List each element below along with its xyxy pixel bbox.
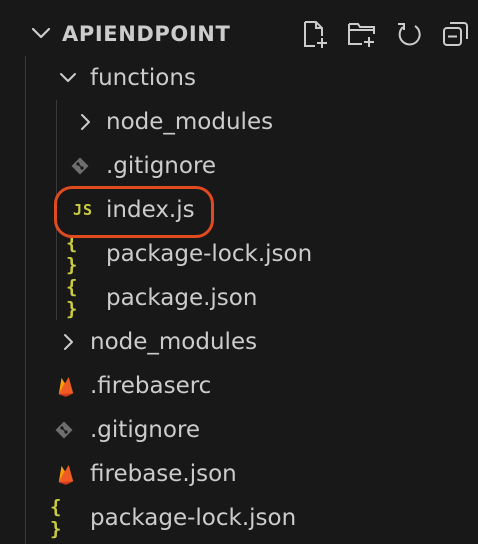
explorer-panel: APIENDPOINT functions node_modules .giti… bbox=[0, 0, 478, 544]
firebase-icon bbox=[52, 452, 80, 496]
new-folder-icon bbox=[347, 19, 377, 49]
refresh-button[interactable] bbox=[391, 16, 427, 52]
tree-item-label: functions bbox=[90, 65, 196, 91]
json-file-icon: { } bbox=[66, 232, 100, 276]
tree-item-node-modules-folder[interactable]: node_modules bbox=[0, 320, 478, 364]
collapse-all-icon bbox=[441, 19, 471, 49]
collapse-all-button[interactable] bbox=[438, 16, 474, 52]
tree-item-firebaserc-file[interactable]: .firebaserc bbox=[0, 364, 478, 408]
tree-item-label: node_modules bbox=[106, 109, 274, 135]
chevron-down-icon bbox=[54, 56, 82, 100]
tree-item-label: index.js bbox=[106, 197, 195, 223]
tree-item-label: package-lock.json bbox=[90, 505, 297, 531]
chevron-down-icon[interactable] bbox=[30, 22, 52, 44]
new-file-button[interactable] bbox=[297, 16, 333, 52]
tree-item-label: node_modules bbox=[90, 329, 258, 355]
json-file-icon: { } bbox=[66, 276, 100, 320]
tree-item-label: .firebaserc bbox=[90, 373, 212, 399]
tree-item-index-js-file[interactable]: JS index.js bbox=[0, 188, 478, 232]
new-folder-button[interactable] bbox=[344, 16, 380, 52]
chevron-right-icon bbox=[71, 100, 99, 144]
tree-item-label: .gitignore bbox=[106, 153, 217, 179]
json-icon-text: { } bbox=[50, 496, 63, 540]
tree-item-label: package.json bbox=[106, 285, 258, 311]
refresh-icon bbox=[394, 19, 424, 49]
tree-item-firebase-json-file[interactable]: firebase.json bbox=[0, 452, 478, 496]
explorer-title[interactable]: APIENDPOINT bbox=[62, 20, 230, 48]
tree-item-package-json-file[interactable]: { } package.json bbox=[0, 276, 478, 320]
js-icon-text: JS bbox=[72, 201, 94, 219]
tree-item-label: firebase.json bbox=[90, 461, 237, 487]
firebase-icon bbox=[52, 364, 80, 408]
tree-item-gitignore-file[interactable]: .gitignore bbox=[0, 408, 478, 452]
explorer-actions bbox=[286, 16, 474, 52]
tree-item-package-lock-json-file[interactable]: { } package-lock.json bbox=[0, 232, 478, 276]
tree-item-label: package-lock.json bbox=[106, 241, 313, 267]
tree-item-label: .gitignore bbox=[90, 417, 201, 443]
new-file-icon bbox=[300, 19, 330, 49]
git-icon bbox=[50, 408, 78, 452]
javascript-file-icon: JS bbox=[66, 188, 100, 232]
json-icon-text: { } bbox=[66, 276, 79, 320]
git-icon bbox=[66, 144, 94, 188]
json-icon-text: { } bbox=[66, 232, 79, 276]
tree-item-package-lock-json-file[interactable]: { } package-lock.json bbox=[0, 496, 478, 540]
json-file-icon: { } bbox=[50, 496, 84, 540]
chevron-right-icon bbox=[54, 320, 82, 364]
tree-item-functions-folder[interactable]: functions bbox=[0, 56, 478, 100]
tree-item-gitignore-file[interactable]: .gitignore bbox=[0, 144, 478, 188]
tree-item-node-modules-folder[interactable]: node_modules bbox=[0, 100, 478, 144]
